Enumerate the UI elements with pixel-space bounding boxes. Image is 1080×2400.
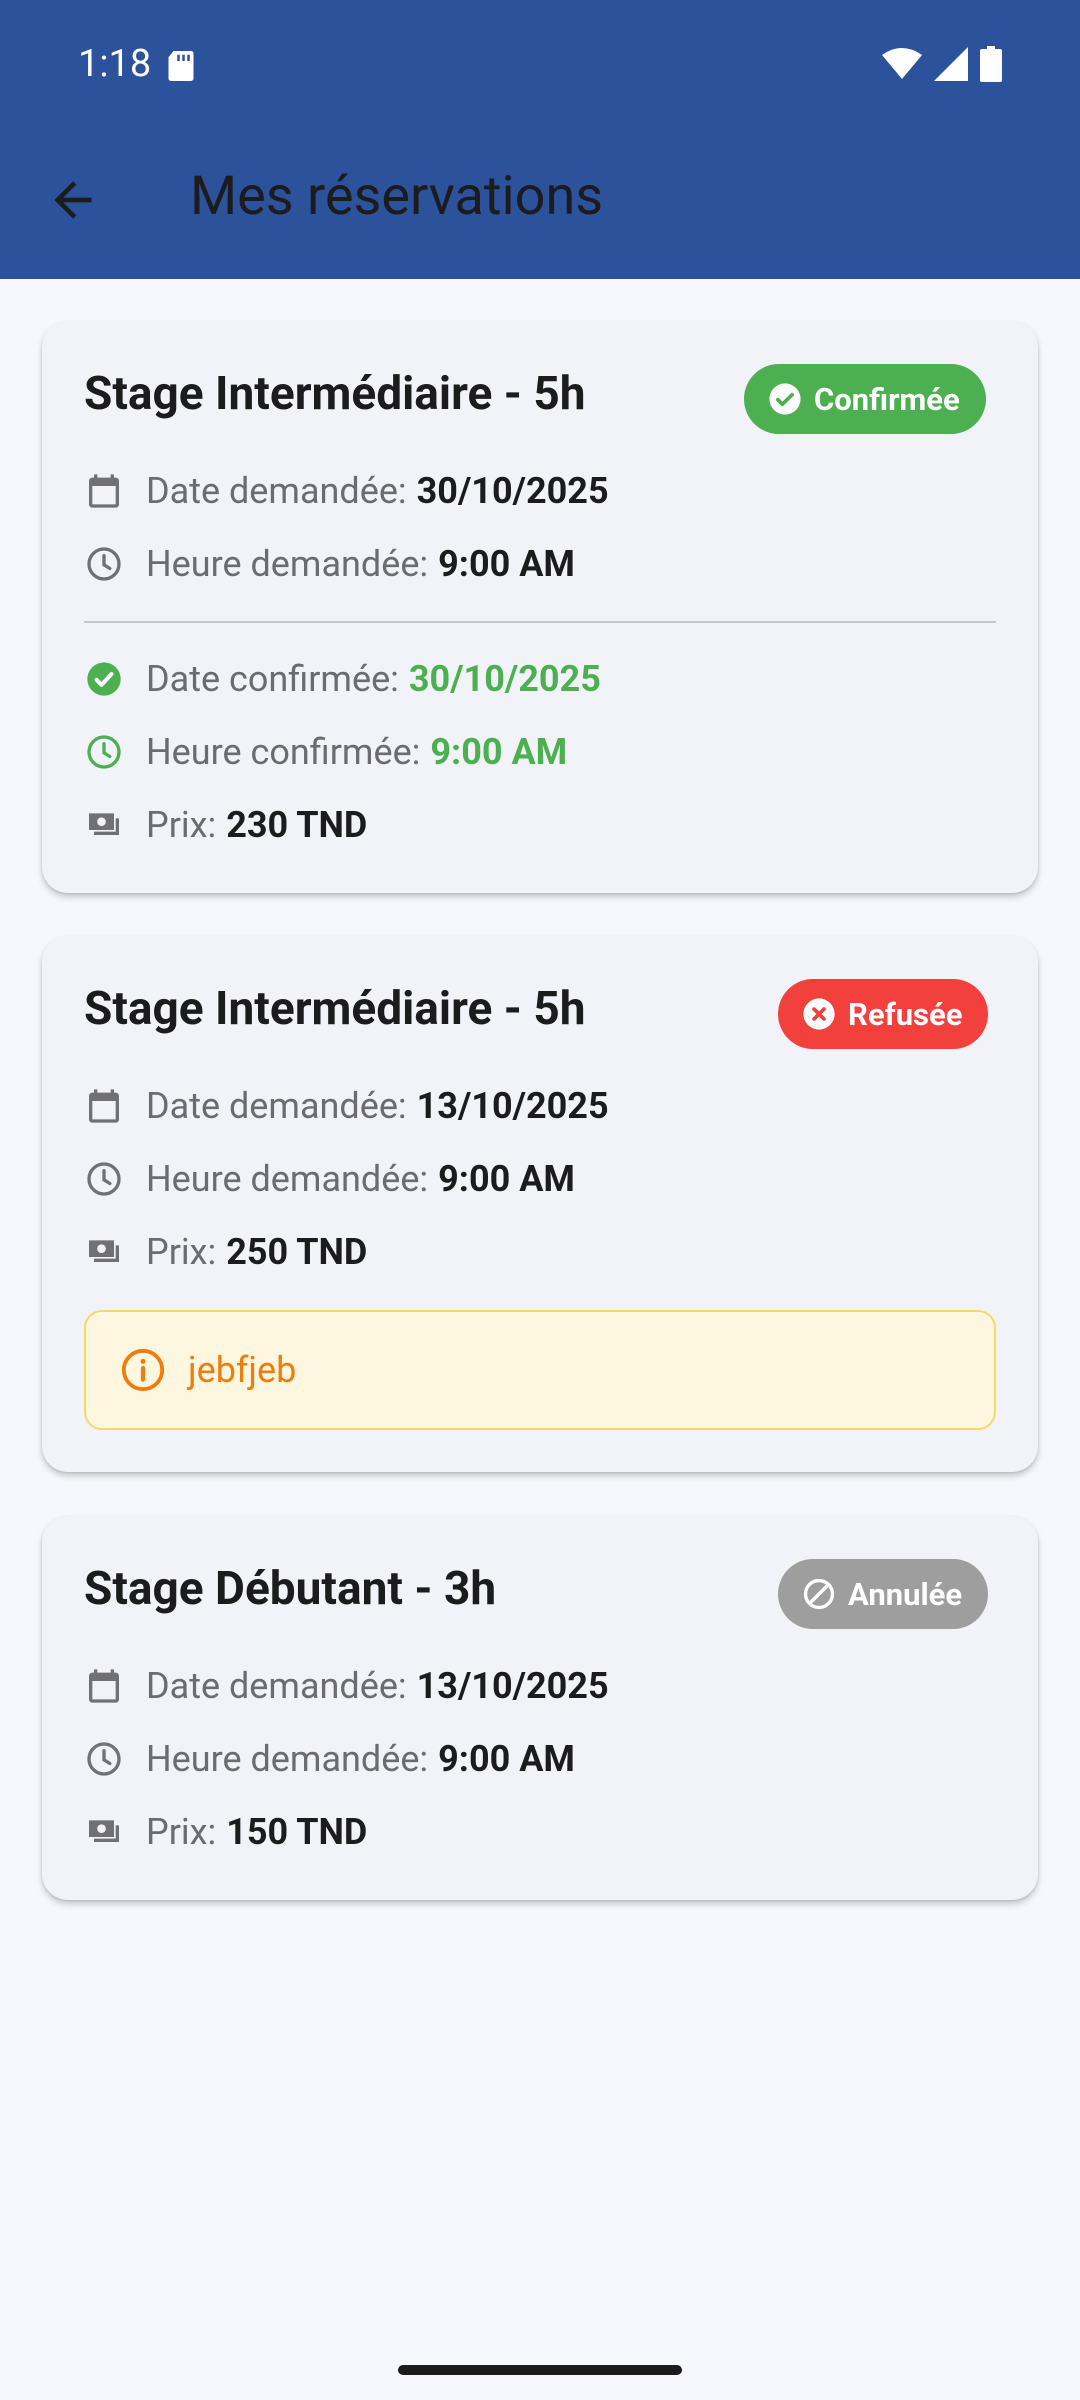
money-icon <box>89 813 119 835</box>
confirmed-date-value: 30/10/2025 <box>408 658 601 700</box>
battery-icon <box>980 46 1002 82</box>
requested-date-value: 13/10/2025 <box>416 1665 609 1707</box>
price-row: Prix: 250 TND <box>84 1222 367 1282</box>
status-label: Annulée <box>848 1575 963 1613</box>
confirmed-date-row: Date confirmée: 30/10/2025 <box>84 649 601 709</box>
price-label: Prix: <box>146 804 217 846</box>
status-bar: 1:18 <box>0 0 1080 130</box>
status-badge-refused: Refusée <box>778 979 989 1049</box>
price-value: 230 TND <box>226 804 368 846</box>
money-icon <box>89 1240 119 1262</box>
reservation-title: Stage Débutant - 3h <box>84 1562 497 1616</box>
reservation-title: Stage Intermédiaire - 5h <box>84 982 586 1036</box>
requested-date-value: 13/10/2025 <box>416 1085 609 1127</box>
price-value: 250 TND <box>226 1231 368 1273</box>
requested-time-value: 9:00 AM <box>438 543 575 585</box>
reservation-title: Stage Intermédiaire - 5h <box>84 367 586 421</box>
app-bar: 1:18 Mes réservations <box>0 0 1080 279</box>
price-label: Prix: <box>146 1811 217 1853</box>
status-badge-cancelled: Annulée <box>778 1559 989 1629</box>
status-badge-confirmed: Confirmée <box>744 364 986 434</box>
price-row: Prix: 150 TND <box>84 1802 367 1862</box>
calendar-icon <box>89 1669 119 1703</box>
requested-date-row: Date demandée: 13/10/2025 <box>84 1076 609 1136</box>
gesture-home-bar[interactable] <box>398 2365 682 2375</box>
block-icon <box>803 1578 835 1610</box>
calendar-icon <box>89 474 119 508</box>
requested-time-label: Heure demandée: <box>146 1738 429 1780</box>
status-label: Confirmée <box>814 380 960 418</box>
confirmed-time-row: Heure confirmée: 9:00 AM <box>84 722 567 782</box>
requested-time-value: 9:00 AM <box>438 1738 575 1780</box>
calendar-icon <box>89 1089 119 1123</box>
wifi-icon <box>882 48 922 79</box>
requested-date-label: Date demandée: <box>146 1085 407 1127</box>
status-label: Refusée <box>848 995 963 1033</box>
confirmed-time-label: Heure confirmée: <box>146 731 421 773</box>
requested-time-label: Heure demandée: <box>146 1158 429 1200</box>
back-arrow-icon[interactable] <box>45 172 101 228</box>
requested-time-row: Heure demandée: 9:00 AM <box>84 534 575 594</box>
reservation-card[interactable]: Stage Intermédiaire - 5h Confirmée Date … <box>42 321 1038 893</box>
divider <box>84 621 996 623</box>
money-icon <box>89 1820 119 1842</box>
check-circle-icon <box>87 662 121 696</box>
page-title: Mes réservations <box>190 165 604 228</box>
price-label: Prix: <box>146 1231 217 1273</box>
price-row: Prix: 230 TND <box>84 795 367 855</box>
requested-date-value: 30/10/2025 <box>416 470 609 512</box>
note-text: jebfjeb <box>188 1349 297 1391</box>
confirmed-time-value: 9:00 AM <box>430 731 568 773</box>
clock-icon <box>87 1742 121 1776</box>
requested-time-value: 9:00 AM <box>438 1158 575 1200</box>
sd-card-icon <box>168 51 194 81</box>
requested-time-row: Heure demandée: 9:00 AM <box>84 1149 575 1209</box>
info-icon <box>121 1348 165 1392</box>
clock-icon <box>87 547 121 581</box>
requested-time-label: Heure demandée: <box>146 543 429 585</box>
clock-icon <box>87 735 121 769</box>
confirmed-date-label: Date confirmée: <box>146 658 399 700</box>
cancel-circle-icon <box>803 998 835 1030</box>
clock-icon <box>87 1162 121 1196</box>
price-value: 150 TND <box>226 1811 368 1853</box>
requested-date-row: Date demandée: 30/10/2025 <box>84 461 609 521</box>
reservation-card[interactable]: Stage Intermédiaire - 5h Refusée Date de… <box>42 936 1038 1472</box>
requested-date-row: Date demandée: 13/10/2025 <box>84 1656 609 1716</box>
requested-date-label: Date demandée: <box>146 1665 407 1707</box>
status-time: 1:18 <box>78 42 152 86</box>
reservation-card[interactable]: Stage Débutant - 3h Annulée Date demandé… <box>42 1516 1038 1900</box>
requested-date-label: Date demandée: <box>146 470 407 512</box>
signal-icon <box>934 47 968 81</box>
requested-time-row: Heure demandée: 9:00 AM <box>84 1729 575 1789</box>
check-circle-icon <box>769 383 801 415</box>
refusal-note: jebfjeb <box>84 1310 996 1430</box>
system-icons <box>882 46 1002 82</box>
